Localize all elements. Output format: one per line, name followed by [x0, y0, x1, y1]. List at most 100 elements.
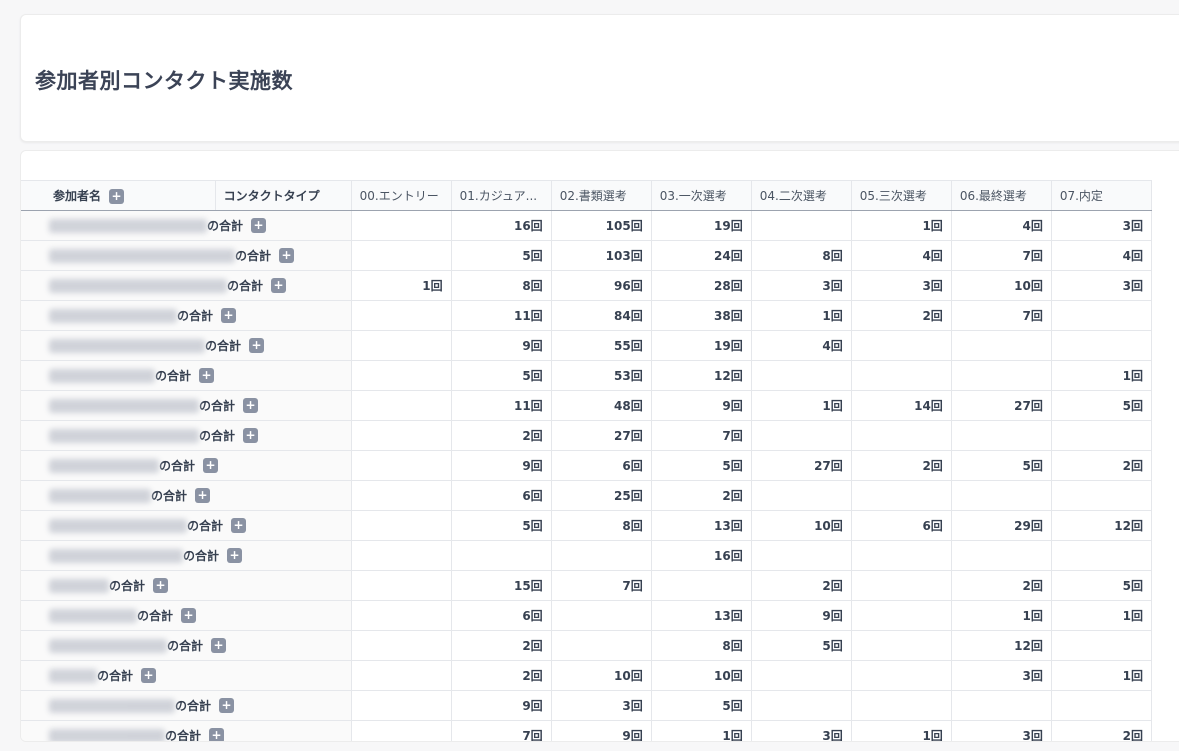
total-suffix: の合計	[137, 609, 174, 623]
participant-cell: の合計 +	[21, 600, 352, 631]
count-cell	[1051, 480, 1153, 511]
redacted-name	[49, 728, 165, 741]
count-cell: 27回	[551, 420, 652, 451]
count-cell	[751, 480, 852, 511]
total-suffix: の合計	[97, 669, 134, 683]
count-cell: 2回	[451, 660, 552, 691]
total-suffix: の合計	[165, 729, 202, 742]
expand-plus-icon[interactable]: +	[221, 308, 237, 323]
count-cell: 2回	[451, 630, 552, 661]
count-cell	[1051, 300, 1153, 331]
count-cell: 55回	[551, 330, 652, 361]
expand-plus-icon[interactable]: +	[231, 518, 247, 533]
count-cell	[351, 240, 452, 271]
count-cell: 105回	[551, 210, 652, 241]
participant-cell: の合計 +	[21, 570, 352, 601]
count-cell: 14回	[851, 390, 952, 421]
stage-header[interactable]: 07.内定	[1051, 180, 1153, 211]
expand-plus-icon[interactable]: +	[219, 698, 235, 713]
table-row: の合計 +11回 48回 9回 1回 14回 27回 5回	[21, 390, 1153, 421]
expand-plus-icon[interactable]: +	[249, 338, 265, 353]
count-cell: 25回	[551, 480, 652, 511]
title-card: 参加者別コンタクト実施数	[20, 14, 1179, 142]
count-cell: 2回	[451, 420, 552, 451]
count-cell	[551, 540, 652, 571]
expand-plus-icon[interactable]: +	[195, 488, 211, 503]
count-cell: 5回	[451, 240, 552, 271]
expand-plus-icon[interactable]: +	[209, 728, 225, 741]
count-cell	[351, 300, 452, 331]
count-cell: 84回	[551, 300, 652, 331]
count-cell: 5回	[451, 510, 552, 541]
expand-plus-icon[interactable]: +	[251, 218, 267, 233]
expand-plus-icon[interactable]: +	[227, 548, 243, 563]
count-cell: 6回	[851, 510, 952, 541]
count-cell: 2回	[651, 480, 752, 511]
total-suffix: の合計	[175, 699, 212, 713]
redacted-name	[49, 458, 159, 473]
count-cell	[951, 690, 1052, 721]
table-row: の合計 +16回	[21, 540, 1153, 571]
total-suffix: の合計	[177, 309, 214, 323]
redacted-name	[49, 338, 205, 353]
count-cell: 19回	[651, 210, 752, 241]
count-cell: 1回	[851, 210, 952, 241]
total-suffix: の合計	[159, 459, 196, 473]
count-cell: 4回	[951, 210, 1052, 241]
expand-plus-icon[interactable]: +	[279, 248, 295, 263]
stage-header[interactable]: 00.エントリー	[351, 180, 452, 211]
table-row: の合計 +9回 3回 5回	[21, 690, 1153, 721]
expand-plus-icon[interactable]: +	[181, 608, 197, 623]
count-cell: 5回	[751, 630, 852, 661]
participant-header-label: 参加者名	[53, 189, 102, 203]
total-suffix: の合計	[207, 219, 244, 233]
count-cell	[651, 570, 752, 601]
stage-header[interactable]: 04.二次選考	[751, 180, 852, 211]
count-cell	[351, 390, 452, 421]
table-row: の合計 +2回 27回 7回	[21, 420, 1153, 451]
count-cell: 7回	[951, 240, 1052, 271]
count-cell	[851, 630, 952, 661]
count-cell: 2回	[751, 570, 852, 601]
total-suffix: の合計	[235, 249, 272, 263]
participant-header[interactable]: 参加者名 +	[21, 180, 216, 211]
count-cell	[851, 330, 952, 361]
expand-plus-icon[interactable]: +	[153, 578, 169, 593]
count-cell	[351, 600, 452, 631]
expand-plus-icon[interactable]: +	[199, 368, 215, 383]
redacted-name	[49, 308, 177, 323]
total-suffix: の合計	[155, 369, 192, 383]
stage-header[interactable]: 01.カジュア...	[451, 180, 552, 211]
total-suffix: の合計	[199, 399, 236, 413]
count-cell: 10回	[951, 270, 1052, 301]
table-row: の合計 +5回 8回 13回 10回 6回 29回 12回	[21, 510, 1153, 541]
participant-cell: の合計 +	[21, 480, 352, 511]
expand-plus-icon[interactable]: +	[203, 458, 219, 473]
stage-header[interactable]: 06.最終選考	[951, 180, 1052, 211]
count-cell: 12回	[951, 630, 1052, 661]
count-cell: 6回	[551, 450, 652, 481]
stage-header[interactable]: 02.書類選考	[551, 180, 652, 211]
participant-cell: の合計 +	[21, 240, 352, 271]
count-cell: 3回	[751, 270, 852, 301]
expand-plus-icon[interactable]: +	[271, 278, 287, 293]
expand-plus-icon[interactable]: +	[141, 668, 157, 683]
stage-header[interactable]: 05.三次選考	[851, 180, 952, 211]
expand-plus-icon[interactable]: +	[243, 428, 259, 443]
expand-plus-icon[interactable]: +	[109, 189, 125, 204]
participant-cell: の合計 +	[21, 210, 352, 241]
contact-type-header[interactable]: コンタクトタイプ	[215, 180, 352, 211]
total-suffix: の合計	[151, 489, 188, 503]
stage-header[interactable]: 03.一次選考	[651, 180, 752, 211]
table-row: の合計 +16回 105回 19回 1回 4回 3回	[21, 210, 1153, 241]
count-cell	[851, 660, 952, 691]
count-cell: 8回	[651, 630, 752, 661]
expand-plus-icon[interactable]: +	[211, 638, 227, 653]
expand-plus-icon[interactable]: +	[243, 398, 259, 413]
count-cell: 7回	[551, 570, 652, 601]
count-cell: 9回	[551, 720, 652, 741]
participant-cell: の合計 +	[21, 450, 352, 481]
total-suffix: の合計	[109, 579, 146, 593]
redacted-name	[49, 518, 187, 533]
count-cell: 2回	[1051, 450, 1153, 481]
